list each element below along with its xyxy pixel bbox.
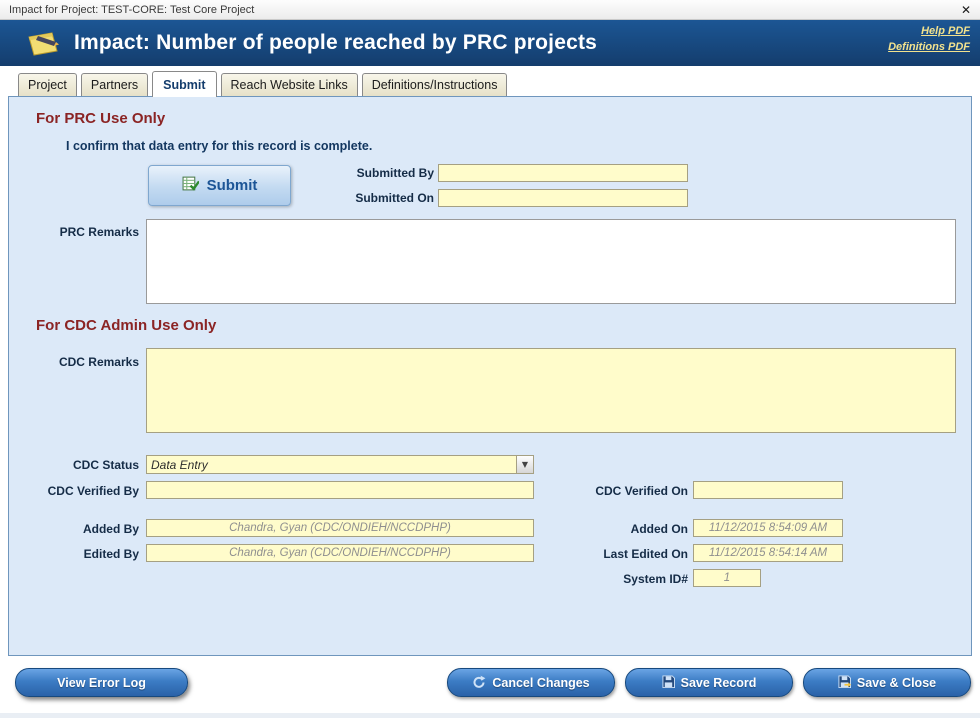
cdc-verified-by-field[interactable] — [146, 481, 534, 499]
note-icon — [26, 30, 60, 56]
added-on-label: Added On — [529, 520, 688, 538]
cdc-verified-on-field[interactable] — [693, 481, 843, 499]
cdc-status-select[interactable]: Data Entry ▼ — [146, 455, 534, 474]
edited-by-field: Chandra, Gyan (CDC/ONDIEH/NCCDPHP) — [146, 544, 534, 562]
definitions-pdf-link[interactable]: Definitions PDF — [888, 41, 970, 53]
tab-project[interactable]: Project — [18, 73, 77, 96]
system-id-label: System ID# — [529, 570, 688, 588]
undo-icon — [472, 674, 486, 691]
tab-partners[interactable]: Partners — [81, 73, 148, 96]
prc-section-heading: For PRC Use Only — [36, 110, 165, 127]
app-window: Impact for Project: TEST-CORE: Test Core… — [0, 0, 980, 718]
tab-bar: Project Partners Submit Reach Website Li… — [18, 71, 511, 96]
app-header: Impact: Number of people reached by PRC … — [0, 20, 980, 66]
help-pdf-link[interactable]: Help PDF — [921, 25, 970, 37]
added-by-field: Chandra, Gyan (CDC/ONDIEH/NCCDPHP) — [146, 519, 534, 537]
window-title: Impact for Project: TEST-CORE: Test Core… — [9, 4, 254, 16]
submit-icon — [182, 175, 199, 197]
cdc-section-heading: For CDC Admin Use Only — [36, 317, 216, 334]
save-icon — [662, 675, 675, 691]
close-icon[interactable]: ✕ — [961, 4, 971, 16]
save-and-close-button[interactable]: Save & Close — [803, 668, 971, 697]
cdc-verified-by-label: CDC Verified By — [9, 482, 139, 500]
submit-panel: For PRC Use Only I confirm that data ent… — [8, 96, 972, 656]
cancel-changes-label: Cancel Changes — [492, 676, 589, 690]
dropdown-arrow-icon[interactable]: ▼ — [516, 456, 533, 473]
header-links: Help PDF Definitions PDF — [888, 25, 970, 53]
added-by-label: Added By — [9, 520, 139, 538]
submitted-on-field[interactable] — [438, 189, 688, 207]
tab-submit[interactable]: Submit — [152, 71, 216, 97]
last-edited-on-label: Last Edited On — [529, 545, 688, 563]
window-titlebar: Impact for Project: TEST-CORE: Test Core… — [0, 0, 980, 20]
cdc-status-label: CDC Status — [9, 456, 139, 474]
save-close-icon — [838, 675, 851, 691]
bottom-strip — [0, 713, 980, 718]
save-and-close-label: Save & Close — [857, 676, 936, 690]
tab-reach-website-links[interactable]: Reach Website Links — [221, 73, 358, 96]
cdc-remarks-field[interactable] — [146, 348, 956, 433]
save-record-label: Save Record — [681, 676, 757, 690]
edited-by-label: Edited By — [9, 545, 139, 563]
last-edited-on-field: 11/12/2015 8:54:14 AM — [693, 544, 843, 562]
cdc-verified-on-label: CDC Verified On — [529, 482, 688, 500]
view-error-log-button[interactable]: View Error Log — [15, 668, 188, 697]
confirm-text: I confirm that data entry for this recor… — [66, 139, 372, 153]
prc-remarks-label: PRC Remarks — [9, 223, 139, 241]
submitted-on-label: Submitted On — [294, 189, 434, 207]
page-title: Impact: Number of people reached by PRC … — [74, 31, 597, 55]
submit-button-label: Submit — [207, 177, 258, 194]
cancel-changes-button[interactable]: Cancel Changes — [447, 668, 615, 697]
save-record-button[interactable]: Save Record — [625, 668, 793, 697]
prc-remarks-field[interactable] — [146, 219, 956, 304]
system-id-field: 1 — [693, 569, 761, 587]
cdc-remarks-label: CDC Remarks — [9, 353, 139, 371]
tab-definitions-instructions[interactable]: Definitions/Instructions — [362, 73, 508, 96]
submitted-by-label: Submitted By — [294, 164, 434, 182]
added-on-field: 11/12/2015 8:54:09 AM — [693, 519, 843, 537]
cdc-status-value: Data Entry — [147, 456, 516, 473]
submitted-by-field[interactable] — [438, 164, 688, 182]
submit-button[interactable]: Submit — [148, 165, 291, 206]
view-error-log-label: View Error Log — [57, 676, 146, 690]
